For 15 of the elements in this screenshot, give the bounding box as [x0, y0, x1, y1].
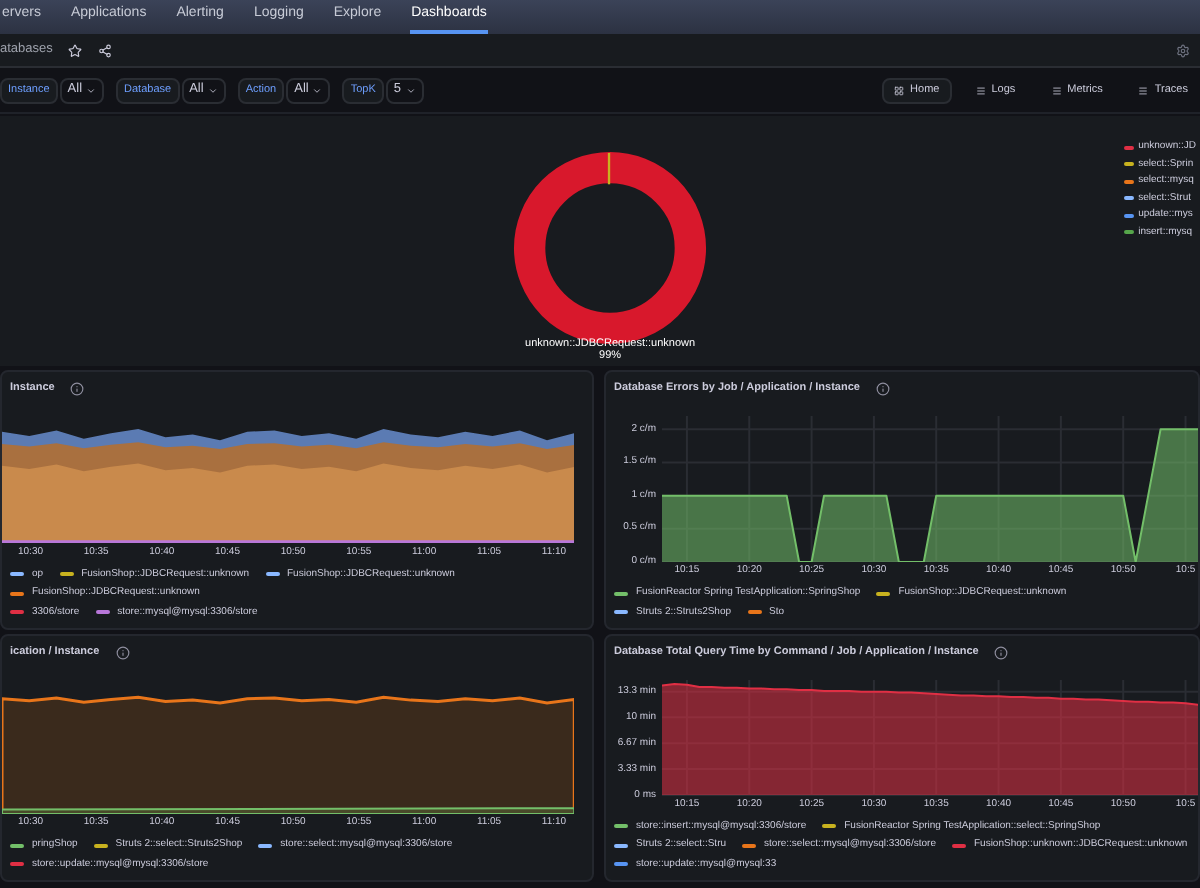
chevron-icon	[86, 85, 97, 95]
star-icon[interactable]	[68, 43, 83, 57]
list-icon	[975, 85, 986, 95]
info-icon[interactable]	[994, 645, 1009, 659]
info-icon[interactable]	[875, 381, 890, 395]
chevron-icon	[405, 85, 416, 95]
list-icon	[1051, 85, 1062, 95]
info-icon[interactable]	[70, 381, 85, 395]
list-icon	[1138, 85, 1149, 95]
chevron-icon	[312, 85, 323, 95]
share-icon[interactable]	[98, 43, 113, 57]
settings-icon[interactable]	[1176, 43, 1190, 57]
chevron-icon	[207, 85, 218, 95]
info-icon[interactable]	[115, 645, 130, 659]
grid-icon	[894, 85, 905, 95]
